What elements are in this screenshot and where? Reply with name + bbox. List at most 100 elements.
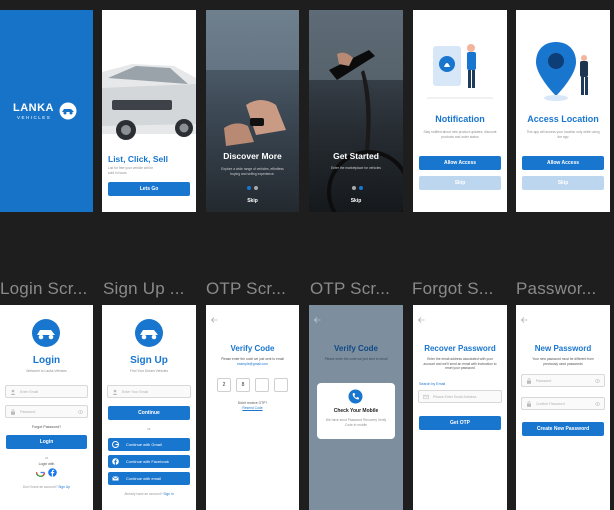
confirm-password-input[interactable]: Confirm Password [521,397,605,410]
email-input[interactable]: Enter Your Email [107,385,191,398]
password-input[interactable]: Password [521,374,605,387]
back-arrow-icon[interactable] [211,317,218,323]
otp-digit-1[interactable]: 2 [217,378,231,392]
eye-icon[interactable] [595,379,600,383]
user-icon [10,389,16,395]
mail-icon [112,476,119,481]
location-pin-illustration [536,42,588,101]
car-logo-icon [59,102,77,120]
onboarding-title: Discover More [223,151,282,161]
lets-go-button[interactable]: Lets Go [108,182,190,196]
frame-label-forgot: Forgot S... [412,279,494,298]
password-placeholder: Password [20,409,36,414]
skip-link[interactable]: Skip [309,198,403,204]
recover-password-description: Enter the email address associated with … [423,357,497,370]
recover-password-title: Recover Password [424,344,496,353]
otp-digit-2[interactable]: 8 [236,378,250,392]
gmail-label: Continue with Gmail [126,442,162,447]
google-icon[interactable] [36,468,45,477]
signup-screen: Sign Up Find Your Dream Vehicles Enter Y… [102,305,196,510]
notification-title: Notification [435,114,485,124]
app-logo: LANKA VEHICLES [13,102,81,128]
onboarding-description: List for free your vehicle will be sold … [108,166,154,175]
otp-digit-3[interactable] [255,378,269,392]
skip-link[interactable]: Skip [206,198,299,204]
location-title: Access Location [527,114,599,124]
signup-title: Sign Up [130,355,168,366]
facebook-icon [112,458,119,465]
page-dot [352,186,356,190]
signin-prompt: Already have an account? Sign In [102,492,196,496]
back-arrow-icon[interactable] [521,317,528,323]
onboarding-get-started-screen: Get Started Enter the marketplace for ve… [309,10,403,212]
or-divider: or [147,427,151,431]
allow-access-button[interactable]: Allow Access [419,156,501,170]
facebook-icon[interactable] [48,468,57,477]
login-subtitle: Welcome to Lanka Vehicles [26,369,67,373]
no-otp-text: Didn't receive OTP? [237,401,268,405]
notification-permission-screen: Notification Stay notified about new pro… [413,10,507,212]
login-with-label: Login with [38,462,55,466]
verify-code-title: Verify Code [230,344,275,353]
password-input[interactable]: Password [5,405,88,418]
check-mobile-description: We have send Password Recovery Verify Co… [325,418,387,427]
allow-access-button[interactable]: Allow Access [522,156,604,170]
back-arrow-icon[interactable] [314,317,321,323]
or-divider: or [44,456,49,460]
page-dot [254,186,258,190]
facebook-label: Continue with Facebook [126,459,169,464]
forgot-password-link[interactable]: Forgot Password? [0,425,93,429]
otp-digit-4[interactable] [274,378,288,392]
email-label: Continue with email [126,476,161,481]
resend-code-link[interactable]: Resend Code [212,406,293,411]
new-password-screen: New Password Your new password must be d… [516,305,610,510]
location-description: This app will access your location only … [526,130,600,139]
lock-icon [527,401,531,407]
skip-button[interactable]: Skip [522,176,604,190]
onboarding-description: Enter the marketplace for vehicles [331,166,381,170]
signin-link[interactable]: Sign In [163,492,173,496]
app-logo-icon [135,319,163,347]
continue-button[interactable]: Continue [108,406,190,420]
google-icon [112,441,119,448]
frame-label-otp-modal: OTP Scr... [310,279,391,298]
eye-icon[interactable] [595,402,600,406]
onboarding-title: Get Started [333,151,379,161]
onboarding-title: List, Click, Sell [108,154,168,164]
page-dot-active [359,186,363,190]
logo-title: LANKA [13,102,54,114]
signup-link[interactable]: Sign Up [58,485,70,489]
signup-subtitle: Find Your Dream Vehicles [130,369,168,373]
continue-with-email-button[interactable]: Continue with email [108,472,190,485]
back-arrow-icon[interactable] [418,317,425,323]
verify-code-description: Please enter the code we just sent to em… [324,357,388,361]
continue-with-gmail-button[interactable]: Continue with Gmail [108,438,190,451]
continue-with-facebook-button[interactable]: Continue with Facebook [108,455,190,468]
new-password-description: Your new password must be different from… [532,357,594,366]
login-screen: Login Welcome to Lanka Vehicles Enter Em… [0,305,93,510]
phone-icon [348,389,363,404]
recover-password-screen: Recover Password Enter the email address… [413,305,507,510]
eye-icon[interactable] [78,410,83,414]
email-input[interactable]: Please Enter Email Address [418,390,502,403]
no-account-text: Don't have an account? [22,485,58,489]
email-input[interactable]: Enter Email [5,385,88,398]
otp-screen: Verify Code Please enter the code we jus… [206,305,299,510]
bike-image [309,10,403,212]
create-new-password-button[interactable]: Create New Password [522,422,604,436]
skip-button[interactable]: Skip [419,176,501,190]
search-by-email-label: Search by Email [419,382,446,386]
logo-subtitle: VEHICLES [17,115,52,120]
notification-description: Stay notified about new product updates,… [423,130,497,139]
get-otp-button[interactable]: Get OTP [419,416,501,430]
verify-code-title: Verify Code [333,344,378,353]
onboarding-discover-screen: Discover More Explore a wide range of ve… [206,10,299,212]
app-logo-icon [32,319,60,347]
page-dot-active [247,186,251,190]
lock-icon [11,409,15,415]
onboarding-list-screen: List, Click, Sell List for free your veh… [102,10,196,212]
password-placeholder: Password [536,378,552,383]
email-placeholder: Enter Email [20,389,39,394]
login-button[interactable]: Login [6,435,87,449]
check-mobile-modal: Check Your Mobile We have send Password … [317,383,395,439]
